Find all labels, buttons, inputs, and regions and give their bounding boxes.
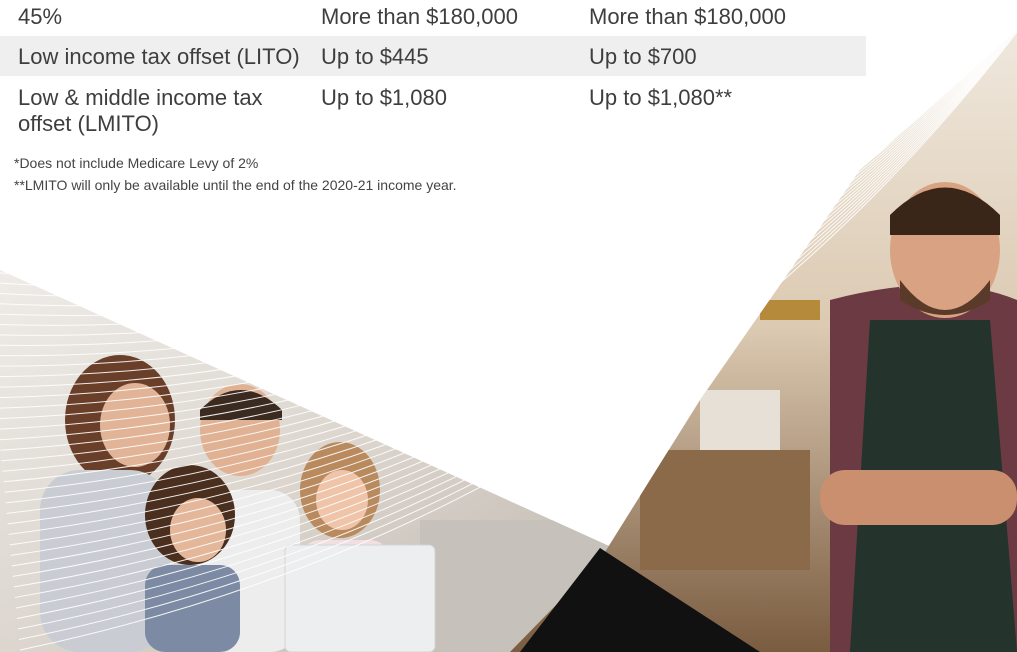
family-photo [0, 270, 640, 652]
row-value-current: Up to $1,080 [321, 85, 447, 110]
tax-rates-table: 45% More than $180,000 More than $180,00… [0, 0, 866, 136]
row-label: Low & middle income tax offset (LMITO) [18, 85, 263, 136]
row-value-new: Up to $1,080** [589, 85, 733, 110]
row-label: Low income tax offset (LITO) [18, 44, 300, 69]
row-label: 45% [18, 4, 63, 29]
footnotes: *Does not include Medicare Levy of 2% **… [14, 152, 457, 196]
table-row: Low & middle income tax offset (LMITO) U… [0, 76, 866, 136]
row-value-new: Up to $700 [589, 44, 697, 69]
row-value-new: More than $180,000 [589, 4, 786, 29]
table-row: Low income tax offset (LITO) Up to $445 … [0, 36, 866, 76]
table-row: 45% More than $180,000 More than $180,00… [0, 0, 866, 36]
footnote-lmito: **LMITO will only be available until the… [14, 177, 457, 193]
row-value-current: Up to $445 [321, 44, 429, 69]
row-value-current: More than $180,000 [321, 4, 518, 29]
footnote-medicare: *Does not include Medicare Levy of 2% [14, 155, 259, 171]
